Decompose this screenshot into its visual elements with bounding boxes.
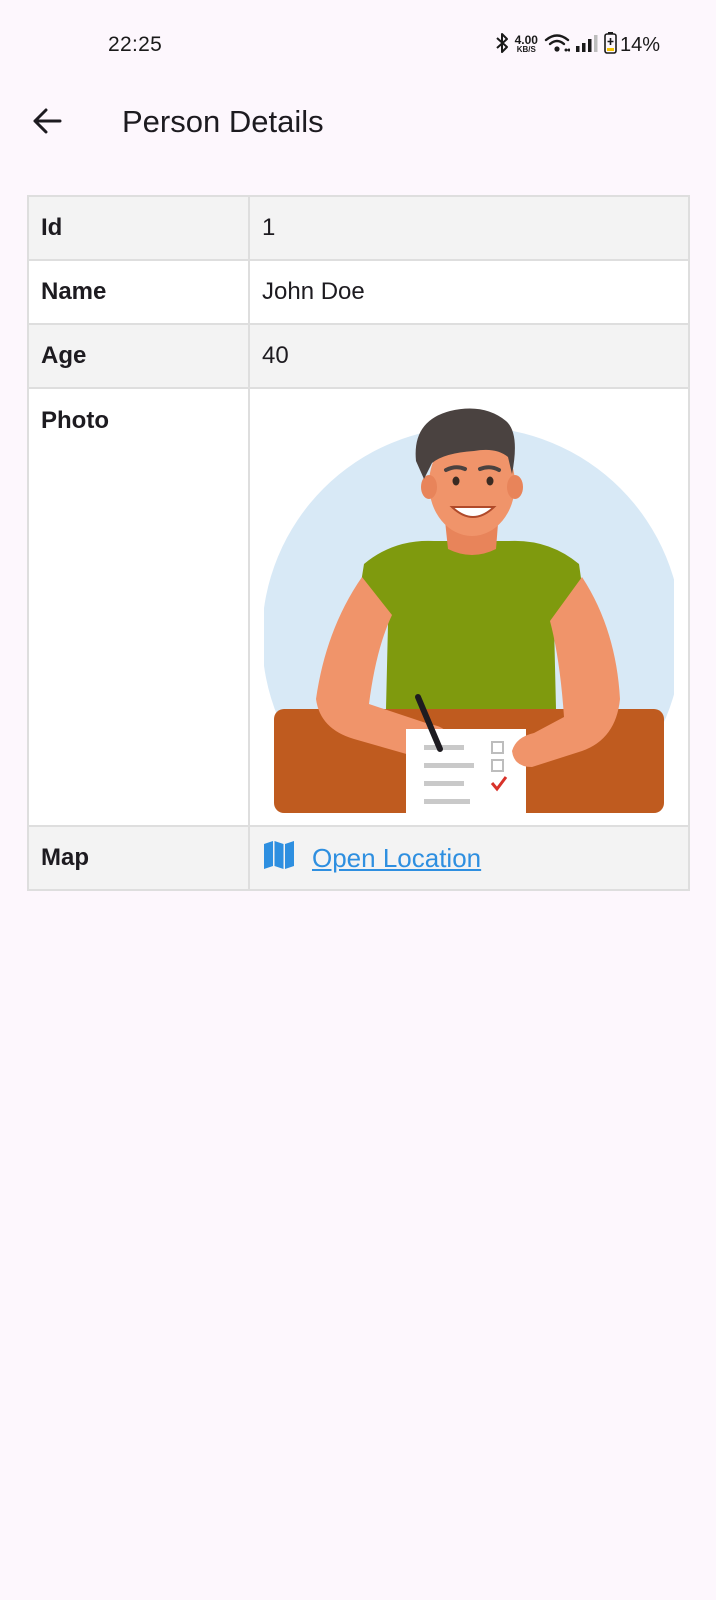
row-value-id: 1 xyxy=(248,195,690,261)
signal-icon xyxy=(575,34,598,57)
row-label-id: Id xyxy=(27,195,250,261)
wifi-icon xyxy=(544,33,571,58)
table-row-map: Map Open Location xyxy=(27,825,690,891)
back-button[interactable] xyxy=(24,100,70,146)
row-value-name: John Doe xyxy=(248,259,690,325)
row-value-age: 40 xyxy=(248,323,690,389)
status-time: 22:25 xyxy=(108,33,163,56)
row-value-photo xyxy=(248,387,690,827)
open-location-link[interactable]: Open Location xyxy=(262,839,676,878)
map-icon xyxy=(262,839,296,878)
row-label-name: Name xyxy=(27,259,250,325)
row-label-photo: Photo xyxy=(27,387,250,827)
table-row-name: Name John Doe xyxy=(27,259,690,325)
table-row-age: Age 40 xyxy=(27,323,690,389)
status-bar: 22:25 4.00 KB/S 14% xyxy=(0,0,716,92)
page-title: Person Details xyxy=(122,104,324,139)
bluetooth-icon xyxy=(495,32,509,59)
person-details-table: Id 1 Name John Doe Age 40 Photo Map Open… xyxy=(27,195,690,891)
app-bar: Person Details xyxy=(0,92,716,154)
open-location-label: Open Location xyxy=(312,842,482,873)
arrow-back-icon xyxy=(32,107,62,140)
table-row-id: Id 1 xyxy=(27,195,690,261)
network-speed: 4.00 KB/S xyxy=(514,33,538,54)
status-icons: 4.00 KB/S 14% xyxy=(489,30,660,60)
row-value-map: Open Location xyxy=(248,825,690,891)
table-row-photo: Photo xyxy=(27,387,690,827)
battery-percent: 14% xyxy=(619,33,660,56)
battery-icon xyxy=(604,31,617,59)
row-label-age: Age xyxy=(27,323,250,389)
person-photo xyxy=(264,408,674,813)
row-label-map: Map xyxy=(27,825,250,891)
